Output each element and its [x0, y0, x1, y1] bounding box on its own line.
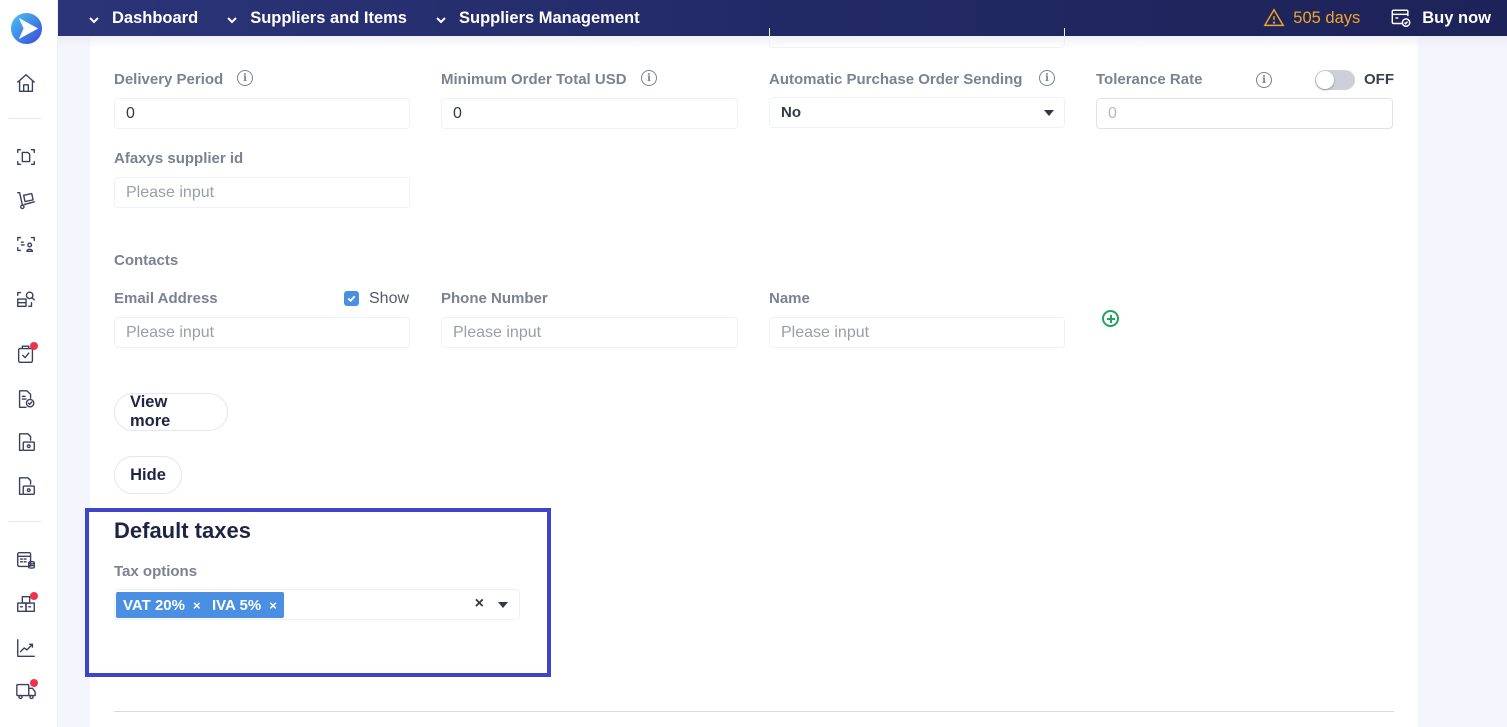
section-divider — [114, 711, 1394, 712]
info-icon[interactable]: i — [641, 70, 657, 86]
info-icon[interactable]: i — [1256, 72, 1272, 88]
buy-now-label: Buy now — [1422, 8, 1491, 27]
caret-down-icon[interactable] — [498, 602, 508, 608]
tolerance-rate-toggle[interactable] — [1315, 70, 1355, 90]
contact-name-label: Name — [769, 290, 810, 307]
trial-remaining-indicator: 505 days — [1263, 7, 1360, 29]
chevron-down-icon — [88, 12, 100, 24]
remove-tag-icon[interactable]: × — [193, 598, 201, 613]
breadcrumb-label: Suppliers and Items — [250, 8, 407, 27]
tax-options-multiselect[interactable]: VAT 20% × IVA 5% × × — [114, 589, 520, 620]
contacts-heading: Contacts — [114, 252, 179, 269]
sidebar-divider — [9, 118, 41, 119]
invoice-payment-alt-icon[interactable] — [14, 474, 38, 498]
auto-po-sending-select[interactable]: No — [769, 97, 1065, 128]
tax-options-label: Tax options — [114, 563, 198, 580]
supplier-profile-icon[interactable] — [14, 232, 38, 256]
afaxys-supplier-id-input[interactable]: Please input — [114, 177, 410, 208]
sidebar — [0, 0, 58, 727]
minimum-order-label: Minimum Order Total USD — [441, 71, 627, 88]
delivery-period-label: Delivery Period — [114, 71, 224, 88]
notification-badge — [30, 342, 38, 350]
app-logo[interactable] — [10, 12, 43, 45]
tolerance-rate-label: Tolerance Rate — [1096, 71, 1203, 88]
sidebar-divider — [9, 521, 41, 522]
notification-badge — [30, 592, 38, 600]
payment-card-icon — [1391, 9, 1411, 27]
minimum-order-input[interactable]: 0 — [441, 98, 738, 129]
cart-trolley-icon[interactable] — [14, 188, 38, 212]
email-address-label: Email Address — [114, 290, 218, 307]
delivery-period-input[interactable]: 0 — [114, 98, 410, 129]
afaxys-supplier-id-label: Afaxys supplier id — [114, 150, 244, 167]
tag-label: IVA 5% — [212, 596, 262, 614]
document-check-icon[interactable] — [14, 387, 38, 411]
inventory-boxes-icon[interactable] — [14, 592, 38, 616]
checkmark-icon — [347, 295, 356, 303]
analytics-chart-icon[interactable] — [14, 636, 38, 660]
view-more-button[interactable]: View more — [114, 393, 228, 431]
phone-number-label: Phone Number — [441, 290, 548, 307]
info-icon[interactable]: i — [1039, 70, 1055, 86]
notification-badge — [30, 679, 38, 687]
toggle-knob — [1316, 71, 1334, 89]
remove-tag-icon[interactable]: × — [269, 598, 277, 613]
breadcrumb-suppliers-management[interactable]: Suppliers Management — [435, 9, 640, 28]
phone-number-input[interactable]: Please input — [441, 317, 738, 348]
default-taxes-heading: Default taxes — [114, 518, 251, 543]
caret-down-icon — [1044, 110, 1054, 116]
clear-selection-icon[interactable]: × — [475, 595, 484, 613]
tax-tag-iva: IVA 5% × — [205, 592, 284, 618]
breadcrumb-suppliers-and-items[interactable]: Suppliers and Items — [226, 9, 407, 28]
calendar-database-icon[interactable] — [14, 548, 38, 572]
topbar-shadow — [58, 36, 1507, 48]
clipboard-check-icon[interactable] — [14, 342, 38, 366]
chevron-down-icon — [435, 12, 447, 24]
auto-po-sending-label: Automatic Purchase Order Sending — [769, 71, 1023, 88]
breadcrumb-label: Dashboard — [112, 8, 199, 27]
show-email-checkbox[interactable] — [344, 291, 359, 306]
warning-icon — [1263, 8, 1285, 27]
toggle-state-label: OFF — [1364, 71, 1394, 88]
breadcrumb-label: Suppliers Management — [458, 8, 640, 27]
breadcrumb-dashboard[interactable]: Dashboard — [88, 9, 198, 28]
email-address-input[interactable]: Please input — [114, 317, 410, 348]
trial-days-text: 505 days — [1293, 8, 1361, 27]
tolerance-rate-input[interactable]: 0 — [1096, 98, 1393, 129]
tax-tag-vat: VAT 20% × — [116, 592, 208, 618]
invoice-payment-icon[interactable] — [14, 430, 38, 454]
chevron-down-icon — [226, 12, 238, 24]
scan-document-icon[interactable] — [14, 145, 38, 169]
delivery-search-icon[interactable] — [14, 287, 38, 311]
truck-icon[interactable] — [14, 679, 38, 703]
auto-po-selected-value: No — [781, 104, 801, 121]
add-contact-icon[interactable] — [1102, 310, 1119, 327]
buy-now-button[interactable]: Buy now — [1390, 7, 1491, 29]
info-icon[interactable]: i — [237, 70, 253, 86]
hide-button[interactable]: Hide — [114, 456, 182, 494]
contact-name-input[interactable]: Please input — [769, 317, 1065, 348]
tag-label: VAT 20% — [123, 596, 185, 614]
home-icon[interactable] — [14, 71, 38, 95]
show-email-label[interactable]: Show — [369, 290, 409, 308]
